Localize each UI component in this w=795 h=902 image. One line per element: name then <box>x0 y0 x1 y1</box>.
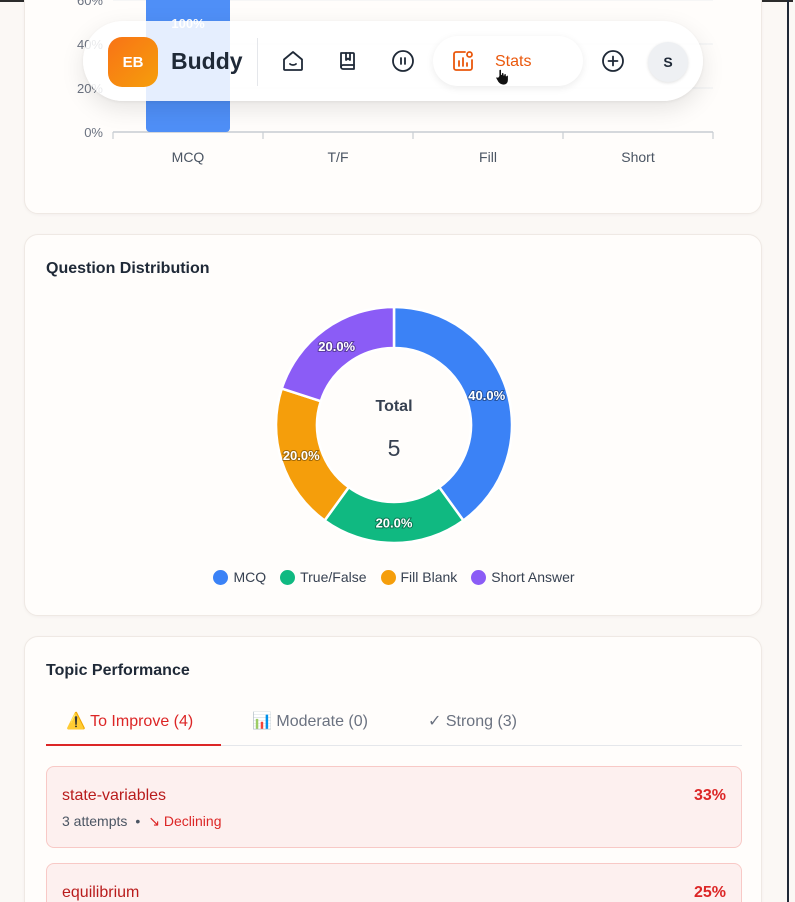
home-icon[interactable] <box>280 48 306 74</box>
logo-name[interactable]: Buddy <box>171 48 243 75</box>
topic-row[interactable]: state-variables 33% 3 attempts • ↘ Decli… <box>46 766 742 848</box>
legend-swatch <box>213 569 229 585</box>
nav-divider <box>257 38 258 86</box>
hand-cursor-icon <box>495 68 509 86</box>
legend-swatch <box>280 569 296 585</box>
x-tick-label: MCQ <box>172 149 205 165</box>
topic-attempts: 3 attempts <box>62 813 128 829</box>
tab-strong-label: Strong (3) <box>445 713 517 730</box>
distribution-legend: MCQ True/False Fill Blank Short Answer <box>25 569 763 585</box>
avatar[interactable]: S <box>648 42 688 82</box>
donut-center-value: 5 <box>388 435 401 461</box>
stats-tab[interactable]: Stats <box>433 36 583 86</box>
topic-tabs: ⚠️ To Improve (4) 📊 Moderate (0) ✓ Stron… <box>46 703 742 746</box>
topic-name: state-variables <box>62 787 167 804</box>
bar-chart-icon: 📊 <box>252 713 272 730</box>
book-icon[interactable] <box>335 48 361 74</box>
logo-badge[interactable]: EB <box>108 37 158 87</box>
warning-icon: ⚠️ <box>66 713 86 730</box>
topic-meta: 3 attempts • ↘ Declining <box>62 813 222 830</box>
top-navigation: EB Buddy Stats S <box>83 21 703 101</box>
add-icon[interactable] <box>600 48 626 74</box>
x-tick-label: Fill <box>479 149 497 165</box>
tab-strong[interactable]: ✓ Strong (3) <box>428 711 517 731</box>
donut-value-label: 20.0% <box>283 448 320 463</box>
legend-label: Short Answer <box>491 569 575 585</box>
legend-item[interactable]: MCQ <box>213 569 266 585</box>
donut-value-label: 40.0% <box>468 388 505 403</box>
distribution-title: Question Distribution <box>46 260 210 277</box>
donut-value-label: 20.0% <box>376 516 413 531</box>
topic-percent: 33% <box>693 787 726 804</box>
legend-item[interactable]: Fill Blank <box>380 569 458 585</box>
donut-value-label: 20.0% <box>318 339 355 354</box>
topic-trend: ↘ Declining <box>148 813 222 829</box>
y-tick-label: 60% <box>77 0 103 8</box>
x-tick-label: T/F <box>328 149 349 165</box>
y-tick-label: 0% <box>84 125 103 140</box>
legend-swatch <box>380 569 396 585</box>
legend-label: Fill Blank <box>400 569 458 585</box>
stats-icon <box>450 48 476 74</box>
x-tick-label: Short <box>621 149 655 165</box>
tab-moderate[interactable]: 📊 Moderate (0) <box>252 711 368 731</box>
legend-swatch <box>471 569 487 585</box>
active-tab-indicator <box>46 744 221 746</box>
pause-icon[interactable] <box>390 48 416 74</box>
tab-moderate-label: Moderate (0) <box>276 713 368 730</box>
check-icon: ✓ <box>428 713 442 730</box>
topic-percent: 25% <box>693 884 726 901</box>
distribution-donut-chart: 40.0% 20.0% 20.0% 20.0% Total 5 <box>274 305 514 545</box>
donut-center-label: Total <box>375 398 412 415</box>
tab-to-improve[interactable]: ⚠️ To Improve (4) <box>66 711 193 731</box>
legend-item[interactable]: True/False <box>280 569 367 585</box>
legend-label: True/False <box>300 569 367 585</box>
meta-separator: • <box>135 813 141 829</box>
window-right-border <box>787 0 789 902</box>
topic-performance-title: Topic Performance <box>46 662 190 679</box>
question-distribution-card: Question Distribution 40.0% 20.0% 20.0% 20.… <box>24 234 762 616</box>
topic-name: equilibrium <box>62 884 140 901</box>
legend-item[interactable]: Short Answer <box>471 569 575 585</box>
legend-label: MCQ <box>233 569 267 585</box>
tab-to-improve-label: To Improve (4) <box>90 713 194 730</box>
topic-performance-card: Topic Performance ⚠️ To Improve (4) 📊 Mo… <box>24 636 762 902</box>
topic-row[interactable]: equilibrium 25% <box>46 863 742 902</box>
